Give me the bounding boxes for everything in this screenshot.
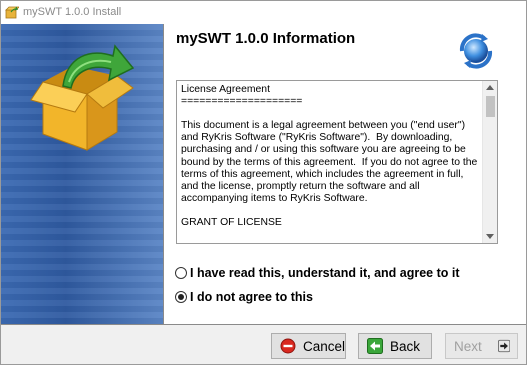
scrollbar-thumb[interactable] bbox=[486, 96, 495, 117]
window-title: mySWT 1.0.0 Install bbox=[23, 6, 122, 18]
license-text: License Agreement ==================== T… bbox=[181, 84, 478, 229]
main-panel: mySWT 1.0.0 Information License Agreemen… bbox=[163, 24, 526, 324]
agree-radio[interactable] bbox=[175, 267, 187, 279]
globe-update-icon bbox=[459, 33, 493, 69]
next-button[interactable]: Next bbox=[445, 333, 518, 359]
page-title: mySWT 1.0.0 Information bbox=[176, 30, 356, 47]
agree-label[interactable]: I have read this, understand it, and agr… bbox=[190, 266, 460, 280]
installer-window: mySWT 1.0.0 Install mySWT 1.0.0 Informat… bbox=[0, 0, 527, 365]
scroll-down-arrow-icon[interactable] bbox=[486, 234, 494, 239]
title-bar: mySWT 1.0.0 Install bbox=[1, 1, 526, 24]
button-bar: Cancel Back Next bbox=[1, 324, 526, 364]
license-textarea[interactable]: License Agreement ==================== T… bbox=[176, 80, 498, 244]
license-scrollbar[interactable] bbox=[482, 81, 497, 243]
back-label: Back bbox=[390, 338, 421, 354]
back-arrow-icon bbox=[367, 338, 383, 354]
disagree-radio[interactable] bbox=[175, 291, 187, 303]
next-arrow-icon bbox=[497, 339, 510, 353]
disagree-option[interactable]: I do not agree to this bbox=[175, 290, 313, 304]
back-button[interactable]: Back bbox=[358, 333, 432, 359]
agree-option[interactable]: I have read this, understand it, and agr… bbox=[175, 266, 460, 280]
scroll-up-arrow-icon[interactable] bbox=[486, 85, 494, 90]
open-box-icon bbox=[30, 44, 135, 151]
app-icon bbox=[5, 6, 19, 19]
disagree-label[interactable]: I do not agree to this bbox=[190, 290, 313, 304]
stop-icon bbox=[280, 338, 296, 354]
cancel-button[interactable]: Cancel bbox=[271, 333, 346, 359]
wizard-sidebar bbox=[1, 24, 163, 324]
next-label: Next bbox=[454, 338, 482, 354]
cancel-label: Cancel bbox=[302, 338, 345, 354]
